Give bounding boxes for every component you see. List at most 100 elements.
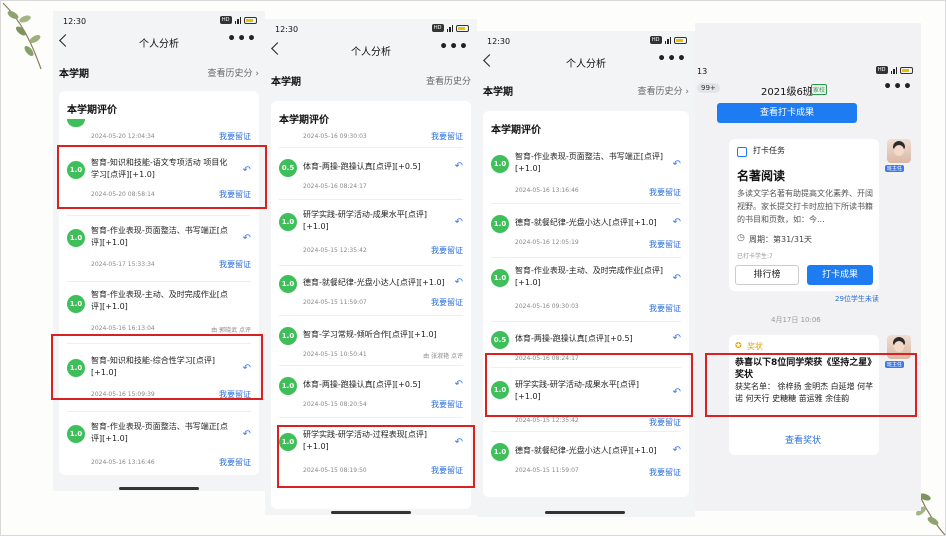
semester-header: 本学期 查看历史分 ›	[59, 63, 259, 80]
leave-evidence-link[interactable]: 我要留证	[649, 417, 681, 428]
score-badge: 0.5	[491, 331, 509, 349]
item-text: 智育-作业表现-页面整洁、书写端正[点评][+1.0]	[515, 152, 664, 173]
divider	[491, 431, 681, 432]
reviewer-note: 由 张淑艳 点评	[423, 353, 463, 360]
undo-icon[interactable]: ↶	[243, 233, 251, 244]
score-badge: 1.0	[491, 269, 509, 287]
highlight-box	[705, 353, 917, 417]
undo-icon[interactable]: ↶	[243, 429, 251, 440]
item-text: 智育-学习常规-倾听合作[点评][+1.0]	[303, 330, 437, 339]
ranking-button[interactable]: 排行榜	[735, 265, 799, 285]
divider	[491, 321, 681, 322]
phone-screen-1: 12:30 HD 个人分析 ••• 本学期 查看历史分 › 本学期评价 2024…	[53, 11, 265, 491]
item-date: 2024-05-16 09:30:03	[515, 303, 579, 310]
highlight-box	[485, 353, 693, 417]
score-badge: 0.5	[279, 159, 297, 177]
status-icons: HD	[875, 66, 913, 74]
plant-decoration-top-left	[2, 2, 42, 70]
view-award-link[interactable]: 查看奖状	[785, 433, 821, 446]
score-badge: 1.0	[279, 213, 297, 231]
leave-evidence-link[interactable]: 我要留证	[431, 399, 463, 410]
divider	[491, 203, 681, 204]
leave-evidence-link[interactable]: 我要留证	[431, 297, 463, 308]
item-text: 智育-作业表现-主动、及时完成作业[点评][+1.0]	[515, 266, 664, 287]
item-date: 2024-05-16 12:05:19	[515, 239, 579, 246]
highlight-box	[277, 425, 475, 488]
item-date: 2024-05-15 11:59:07	[303, 299, 367, 306]
item-text: 智育-作业表现-页面整洁、书写端正[点评][+1.0]	[91, 226, 228, 247]
undo-icon[interactable]: ↶	[673, 159, 681, 170]
signal-icon	[664, 36, 671, 44]
class-tag: 家校	[811, 84, 828, 95]
view-history-link[interactable]: 查看历史分 ›	[208, 66, 259, 79]
battery-icon	[456, 24, 469, 32]
item-text: 德育-就餐纪律-光盘小达人[点评][+1.0]	[303, 278, 445, 287]
undo-icon[interactable]: ↶	[455, 379, 463, 390]
leave-evidence-link[interactable]: 我要留证	[649, 467, 681, 478]
item-date: 2024-05-16 13:16:46	[91, 459, 155, 466]
checkin-results-button[interactable]: 打卡成果	[807, 265, 873, 285]
leave-evidence-link[interactable]: 我要留证	[649, 303, 681, 314]
view-history-link[interactable]: 查看历史分 ›	[638, 84, 689, 97]
nav-bar: 个人分析 •••	[265, 39, 477, 63]
view-history-link[interactable]: 查看历史分	[426, 74, 471, 87]
leave-evidence-link[interactable]: 我要留证	[649, 239, 681, 250]
item-date: 2024-05-20 12:04:34	[91, 133, 155, 140]
home-indicator	[545, 511, 625, 514]
undo-icon[interactable]: ↶	[673, 217, 681, 228]
item-date: 2024-05-16 09:30:03	[303, 133, 367, 140]
leave-evidence-link[interactable]: 我要留证	[431, 131, 463, 142]
hd-icon: HD	[431, 24, 444, 32]
leave-evidence-link[interactable]: 我要留证	[219, 457, 251, 468]
award-icon: ✪	[735, 341, 742, 350]
item-date: 2024-05-15 11:59:07	[515, 467, 579, 474]
signal-icon	[234, 16, 241, 24]
item-date: 2024-05-17 15:33:34	[91, 261, 155, 268]
undo-icon[interactable]: ↶	[455, 277, 463, 288]
item-date: 2024-05-15 08:20:54	[303, 401, 367, 408]
battery-icon	[674, 36, 687, 44]
undo-icon[interactable]: ↶	[673, 445, 681, 456]
item-date: 2024-05-16 08:24:17	[303, 183, 367, 190]
undo-icon[interactable]: ↶	[455, 161, 463, 172]
screenshot-collage: 12:30 HD 个人分析 ••• 本学期 查看历史分 › 本学期评价 2024…	[0, 0, 946, 536]
item-text: 德育-就餐纪律-光盘小达人[点评][+1.0]	[515, 218, 657, 227]
undo-icon[interactable]: ↶	[673, 273, 681, 284]
view-checkin-button[interactable]: 查看打卡成果	[717, 103, 857, 123]
not-checked-count[interactable]: 29位学生未读	[835, 294, 879, 304]
more-icon[interactable]: •••	[657, 51, 687, 67]
leave-evidence-link[interactable]: 我要留证	[431, 245, 463, 256]
leave-evidence-link[interactable]: 我要留证	[219, 259, 251, 270]
battery-icon	[900, 66, 913, 74]
leave-evidence-link[interactable]: 我要留证	[649, 187, 681, 198]
status-time: 12:30	[487, 37, 511, 46]
score-badge: 1.0	[67, 229, 85, 247]
item-date: 2024-05-16 16:13:04	[91, 325, 155, 332]
item-date: 2024-05-15 10:50:41	[303, 351, 367, 358]
divider	[279, 315, 463, 316]
semester-label: 本学期	[271, 77, 301, 88]
score-badge: 1.0	[491, 155, 509, 173]
semester-label: 本学期	[483, 87, 513, 98]
task-label: 打卡任务	[753, 146, 785, 155]
more-icon[interactable]: •••	[883, 79, 913, 95]
leave-evidence-link[interactable]: 我要留证	[219, 131, 251, 142]
clock-icon: ◷	[737, 233, 745, 243]
reviewer-note: 由 郭晓武 点评	[211, 327, 251, 334]
nav-bar: 个人分析 •••	[53, 31, 265, 55]
more-icon[interactable]: •••	[227, 31, 257, 47]
status-time: 12:30	[63, 17, 87, 26]
semester-label: 本学期	[59, 69, 89, 80]
unread-badge[interactable]: 99+	[697, 83, 720, 93]
class-title: 2021级6班	[761, 87, 813, 98]
signal-icon	[446, 24, 453, 32]
divider	[279, 417, 463, 418]
item-text: 体育-两操-跑操认真[点评][+0.5]	[303, 380, 421, 389]
highlight-box	[51, 334, 263, 400]
more-icon[interactable]: •••	[439, 39, 469, 55]
item-text: 德育-就餐纪律-光盘小达人[点评][+1.0]	[515, 446, 657, 455]
item-date: 2024-05-16 13:16:46	[515, 187, 579, 194]
undo-icon[interactable]: ↶	[673, 333, 681, 344]
battery-icon	[244, 16, 257, 24]
undo-icon[interactable]: ↶	[455, 217, 463, 228]
